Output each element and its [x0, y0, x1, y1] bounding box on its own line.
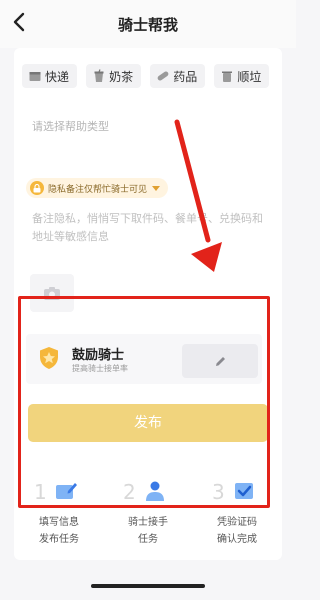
- chip-label: 奶茶: [109, 69, 134, 84]
- chip-medicine[interactable]: 药品: [150, 64, 206, 88]
- photo-upload-button[interactable]: [30, 274, 74, 312]
- category-chip-row[interactable]: 快递 奶茶 药品 顺垃: [22, 64, 292, 88]
- pencil-icon: [215, 356, 225, 366]
- encourage-subtitle: 提高骑士接单率: [72, 364, 128, 373]
- note-textarea[interactable]: 备注隐私，悄悄写下取件码、餐单号、兑换码和地址等敏感信息: [32, 210, 272, 246]
- chip-label: 顺垃: [237, 69, 262, 84]
- header-bar: 骑士帮我: [0, 0, 296, 48]
- rider-person-icon: [146, 481, 164, 501]
- step-label: 凭验证码 确认完成: [217, 517, 257, 545]
- lock-icon: [30, 181, 44, 195]
- step-label: 骑士接手 任务: [128, 517, 168, 545]
- page-title: 骑士帮我: [117, 16, 178, 34]
- dropdown-caret-icon: [152, 185, 161, 191]
- shield-badge-icon: [40, 347, 58, 369]
- chip-express[interactable]: 快递: [22, 64, 78, 88]
- chip-milk-tea[interactable]: 奶茶: [86, 64, 142, 88]
- trash-icon: [222, 71, 233, 82]
- chip-label: 快递: [45, 69, 70, 84]
- step-label: 填写信息 发布任务: [39, 517, 79, 545]
- step-number: 1: [34, 480, 47, 504]
- camera-icon: [44, 286, 60, 300]
- privacy-label: 隐私备注仅帮忙骑士可见: [48, 184, 148, 195]
- tip-edit-button[interactable]: [182, 344, 258, 378]
- home-indicator[interactable]: [91, 584, 205, 588]
- step-number: 3: [212, 480, 225, 504]
- form-edit-icon: [56, 483, 77, 499]
- publish-button[interactable]: 发布: [28, 404, 268, 442]
- chip-label: 药品: [173, 69, 198, 84]
- chip-trash[interactable]: 顺垃: [214, 64, 270, 88]
- cup-icon: [94, 69, 104, 82]
- process-steps: 1 填写信息 发布任务 2 骑士接手 任务 3 凭验证码 确认完成: [14, 476, 282, 556]
- encourage-title: 鼓励骑士: [72, 348, 125, 363]
- privacy-note-toggle[interactable]: 隐私备注仅帮忙骑士可见: [26, 178, 169, 198]
- verify-check-icon: [235, 483, 253, 499]
- box-icon: [29, 72, 41, 81]
- help-type-selector[interactable]: 请选择帮助类型: [32, 118, 109, 134]
- pill-icon: [157, 71, 169, 81]
- step-number: 2: [123, 480, 136, 504]
